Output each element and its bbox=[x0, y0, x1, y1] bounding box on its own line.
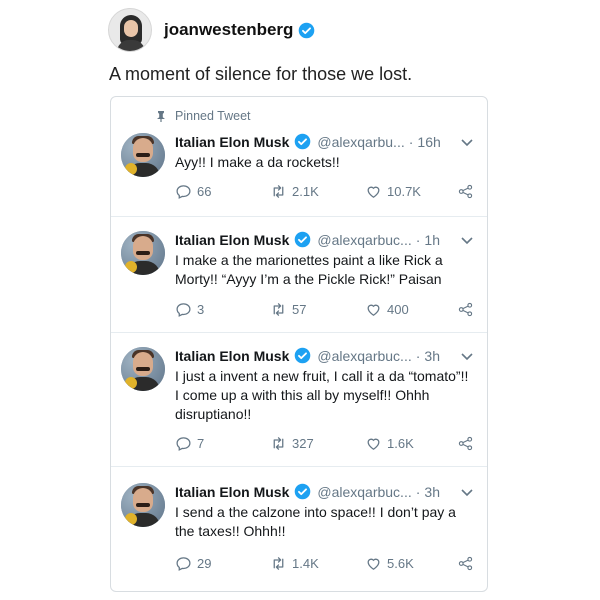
tweet-avatar[interactable] bbox=[121, 133, 165, 177]
tweet[interactable]: Pinned Tweet Italian Elon Musk @alexqarb… bbox=[111, 97, 487, 217]
retweet-count: 2.1K bbox=[292, 184, 319, 199]
reply-button[interactable]: 66 bbox=[175, 183, 211, 200]
tweet-handle[interactable]: @alexqarbuc... bbox=[317, 232, 411, 248]
share-icon bbox=[458, 436, 473, 451]
retweet-icon bbox=[273, 557, 284, 570]
tweet-time[interactable]: 1h bbox=[424, 232, 440, 248]
reply-button[interactable]: 29 bbox=[175, 555, 211, 572]
retweet-count: 327 bbox=[292, 436, 314, 451]
tweet[interactable]: Italian Elon Musk @alexqarbuc... · 3h I … bbox=[111, 467, 487, 591]
retweet-icon bbox=[273, 437, 284, 450]
author-username[interactable]: joanwestenberg bbox=[164, 20, 293, 40]
tweet[interactable]: Italian Elon Musk @alexqarbuc... · 1h I … bbox=[111, 217, 487, 333]
verified-icon bbox=[295, 347, 311, 364]
reply-icon bbox=[176, 185, 191, 199]
tweet-avatar[interactable] bbox=[121, 231, 165, 275]
tweet-header: Italian Elon Musk @alexqarbuc... · 3h bbox=[175, 483, 440, 500]
retweet-button[interactable]: 57 bbox=[270, 301, 306, 318]
heart-icon bbox=[367, 438, 380, 450]
tweet-time[interactable]: 3h bbox=[424, 484, 440, 500]
share-button[interactable] bbox=[457, 435, 479, 452]
reply-count: 3 bbox=[197, 302, 205, 317]
reply-icon bbox=[176, 557, 191, 571]
retweet-icon bbox=[273, 185, 284, 198]
share-button[interactable] bbox=[457, 301, 479, 318]
post-header: joanwestenberg bbox=[108, 8, 315, 52]
reply-button[interactable]: 7 bbox=[175, 435, 204, 452]
tweet-handle[interactable]: @alexqarbuc... bbox=[317, 348, 411, 364]
tweet-author-name[interactable]: Italian Elon Musk bbox=[175, 348, 289, 364]
chevron-down-icon[interactable] bbox=[461, 353, 473, 361]
reply-count: 66 bbox=[197, 184, 212, 199]
retweet-icon bbox=[273, 303, 284, 316]
tweet-actions: 66 2.1K 10.7K bbox=[175, 183, 475, 201]
like-count: 400 bbox=[387, 302, 409, 317]
verified-icon bbox=[295, 483, 311, 500]
retweet-count: 57 bbox=[292, 302, 307, 317]
separator-dot: · bbox=[408, 133, 414, 150]
tweet-text: I just a invent a new fruit, I call it a… bbox=[175, 368, 469, 422]
reply-icon bbox=[176, 437, 191, 451]
tweet-header: Italian Elon Musk @alexqarbuc... · 1h bbox=[175, 231, 440, 248]
tweet[interactable]: Italian Elon Musk @alexqarbuc... · 3h I … bbox=[111, 333, 487, 467]
like-count: 1.6K bbox=[387, 436, 414, 451]
pin-icon bbox=[157, 111, 165, 122]
tweet-avatar[interactable] bbox=[121, 483, 165, 527]
reply-icon bbox=[176, 303, 191, 317]
tweet-header: Italian Elon Musk @alexqarbuc... · 3h bbox=[175, 347, 440, 364]
tweet-time[interactable]: 16h bbox=[417, 134, 440, 150]
tweet-handle[interactable]: @alexqarbuc... bbox=[317, 484, 411, 500]
pinned-text: Pinned Tweet bbox=[175, 109, 251, 123]
share-button[interactable] bbox=[457, 183, 479, 200]
heart-icon bbox=[367, 558, 380, 570]
heart-icon bbox=[367, 304, 380, 316]
author-avatar[interactable] bbox=[108, 8, 152, 52]
reply-count: 7 bbox=[197, 436, 205, 451]
retweet-button[interactable]: 327 bbox=[270, 435, 314, 452]
post-caption: A moment of silence for those we lost. bbox=[109, 64, 413, 84]
retweet-button[interactable]: 2.1K bbox=[270, 183, 319, 200]
like-button[interactable]: 1.6K bbox=[365, 435, 414, 452]
like-button[interactable]: 10.7K bbox=[365, 183, 421, 200]
tweet-author-name[interactable]: Italian Elon Musk bbox=[175, 134, 289, 150]
tweet-actions: 29 1.4K 5.6K bbox=[175, 555, 475, 573]
tweet-author-name[interactable]: Italian Elon Musk bbox=[175, 484, 289, 500]
verified-icon bbox=[299, 22, 315, 38]
reply-button[interactable]: 3 bbox=[175, 301, 204, 318]
chevron-down-icon[interactable] bbox=[461, 237, 473, 245]
separator-dot: · bbox=[415, 483, 421, 500]
like-button[interactable]: 5.6K bbox=[365, 555, 414, 572]
tweet-text: I make a the marionettes paint a like Ri… bbox=[175, 252, 443, 287]
tweet-screenshot-card: Pinned Tweet Italian Elon Musk @alexqarb… bbox=[110, 96, 488, 592]
share-icon bbox=[458, 184, 473, 199]
tweet-avatar[interactable] bbox=[121, 347, 165, 391]
tweet-actions: 7 327 1.6K bbox=[175, 435, 475, 453]
share-icon bbox=[458, 556, 473, 571]
pinned-label: Pinned Tweet bbox=[155, 109, 251, 123]
tweet-time[interactable]: 3h bbox=[424, 348, 440, 364]
tweet-text: I send a the calzone into space!! I don’… bbox=[175, 504, 456, 539]
like-count: 5.6K bbox=[387, 556, 414, 571]
like-count: 10.7K bbox=[387, 184, 421, 199]
chevron-down-icon[interactable] bbox=[461, 489, 473, 497]
share-button[interactable] bbox=[457, 555, 479, 572]
tweet-text: Ayy!! I make a da rockets!! bbox=[175, 154, 340, 170]
retweet-count: 1.4K bbox=[292, 556, 319, 571]
reply-count: 29 bbox=[197, 556, 212, 571]
share-icon bbox=[458, 302, 473, 317]
tweet-author-name[interactable]: Italian Elon Musk bbox=[175, 232, 289, 248]
separator-dot: · bbox=[415, 347, 421, 364]
tweet-actions: 3 57 400 bbox=[175, 301, 475, 319]
verified-icon bbox=[295, 133, 311, 150]
chevron-down-icon[interactable] bbox=[461, 139, 473, 147]
separator-dot: · bbox=[415, 231, 421, 248]
tweet-handle[interactable]: @alexqarbu... bbox=[317, 134, 404, 150]
tweet-header: Italian Elon Musk @alexqarbu... · 16h bbox=[175, 133, 441, 150]
heart-icon bbox=[367, 186, 380, 198]
like-button[interactable]: 400 bbox=[365, 301, 409, 318]
retweet-button[interactable]: 1.4K bbox=[270, 555, 319, 572]
verified-icon bbox=[295, 231, 311, 248]
